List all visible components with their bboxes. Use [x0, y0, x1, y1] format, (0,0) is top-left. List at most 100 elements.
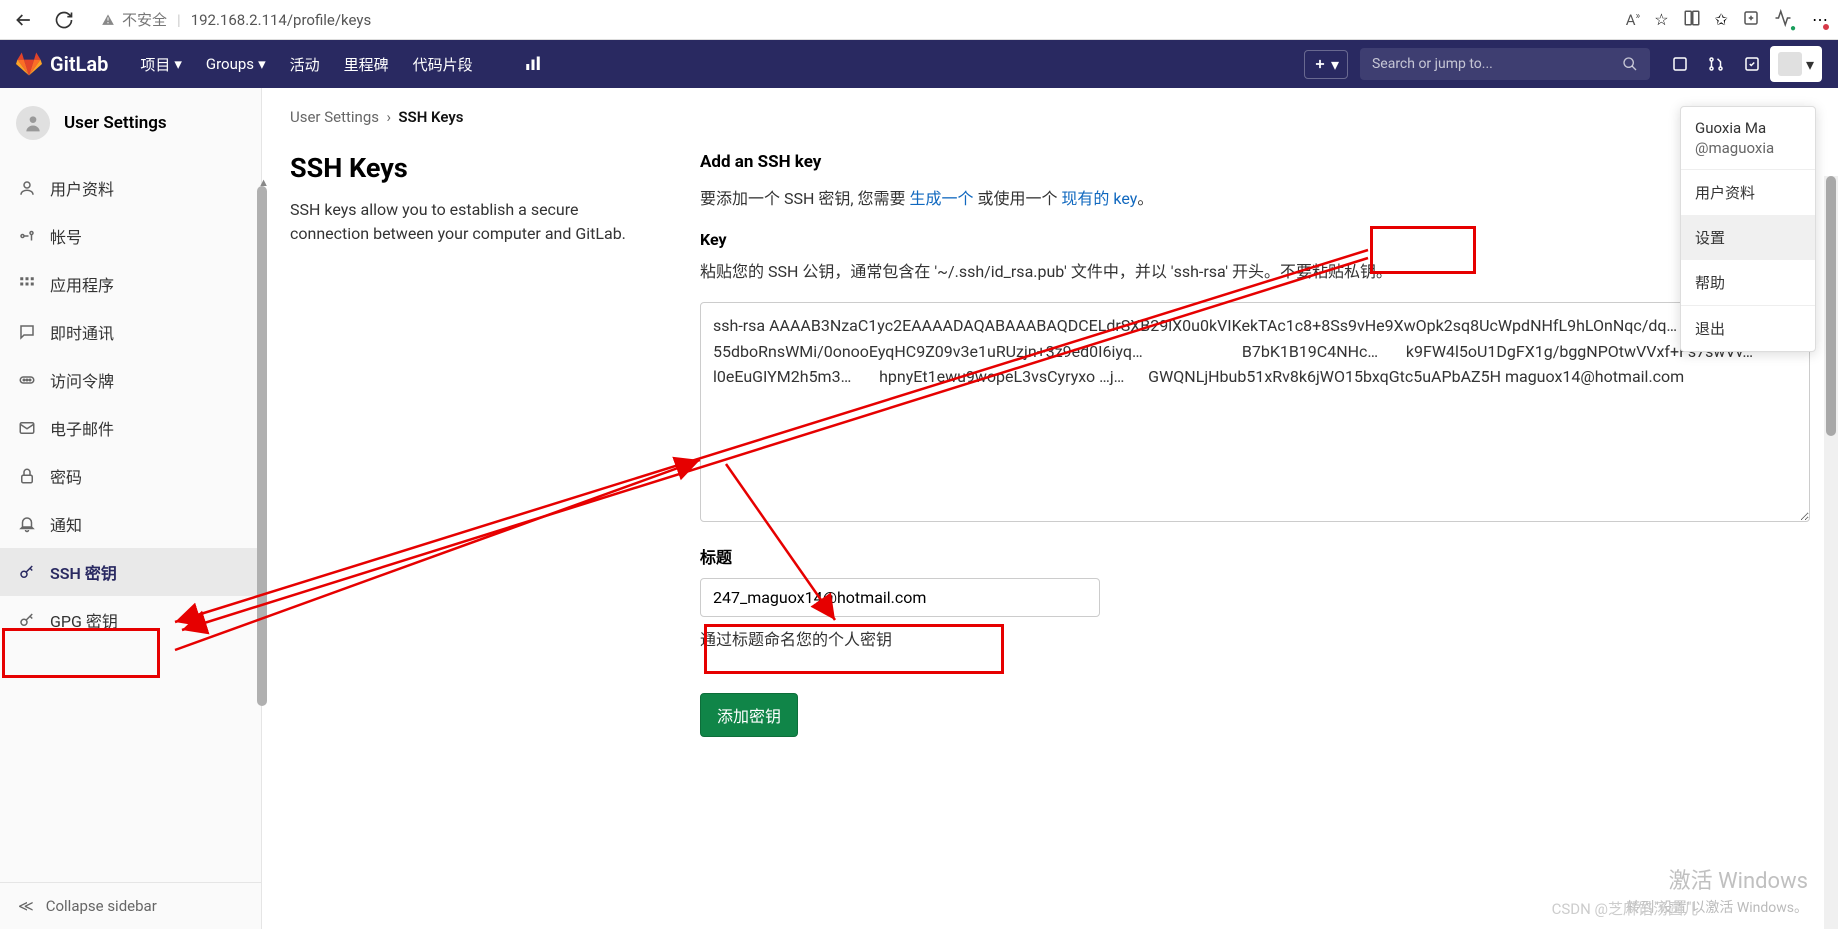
page-title: SSH Keys	[290, 152, 660, 184]
add-key-description: 要添加一个 SSH 密钥, 您需要 生成一个 或使用一个 现有的 key。	[700, 186, 1810, 212]
key-icon	[18, 611, 36, 629]
security-warning-text: 不安全	[122, 9, 167, 30]
sidebar-item-9[interactable]: GPG 密钥	[0, 596, 261, 644]
sidebar-item-4[interactable]: 访问令牌	[0, 356, 261, 404]
key-textarea[interactable]	[700, 302, 1810, 522]
sidebar-item-5[interactable]: 电子邮件	[0, 404, 261, 452]
sidebar-item-label: 用户资料	[50, 176, 114, 200]
nav-groups[interactable]: Groups ▾	[194, 40, 278, 88]
sidebar-header: User Settings	[0, 88, 261, 158]
avatar	[1778, 52, 1802, 76]
favorite-icon[interactable]: ☆	[1654, 10, 1668, 29]
user-menu-button[interactable]: ▾	[1770, 46, 1822, 82]
main-content: User Settings › SSH Keys SSH Keys SSH ke…	[262, 88, 1838, 929]
add-key-button[interactable]: 添加密钥	[700, 693, 798, 737]
address-bar[interactable]: 不安全 | 192.168.2.114/profile/keys	[90, 9, 1614, 30]
dropdown-user-handle: @maguoxia	[1695, 139, 1801, 157]
sidebar-item-label: 应用程序	[50, 272, 114, 296]
search-icon	[1622, 56, 1638, 72]
key-help-text: 粘贴您的 SSH 公钥，通常包含在 '~/.ssh/id_rsa.pub' 文件…	[700, 259, 1810, 285]
new-dropdown-button[interactable]: ▾	[1304, 50, 1348, 79]
user-dropdown-menu: Guoxia Ma @maguoxia 用户资料 设置 帮助 退出	[1680, 106, 1816, 352]
sidebar-item-label: SSH 密钥	[50, 560, 117, 584]
chat-icon	[18, 323, 36, 341]
breadcrumb-current: SSH Keys	[398, 108, 463, 126]
dropdown-settings[interactable]: 设置	[1681, 215, 1815, 260]
dropdown-profile[interactable]: 用户资料	[1681, 170, 1815, 215]
cog-icon	[18, 227, 36, 245]
sidebar-item-3[interactable]: 即时通讯	[0, 308, 261, 356]
page-description: SSH keys allow you to establish a secure…	[290, 198, 660, 246]
performance-icon[interactable]: ●	[1774, 9, 1798, 31]
chevron-down-icon: ▾	[258, 55, 266, 73]
title-label: 标题	[700, 544, 1810, 568]
page-scrollbar[interactable]	[1824, 176, 1838, 929]
key-icon	[18, 563, 36, 581]
title-hint: 通过标题命名您的个人密钥	[700, 627, 1810, 653]
collections-icon[interactable]	[1742, 9, 1760, 31]
gitlab-logo[interactable]: GitLab	[16, 51, 108, 77]
todos-icon[interactable]	[1734, 55, 1770, 73]
collapse-icon: ≪	[18, 897, 34, 915]
sidebar-title: User Settings	[64, 113, 167, 133]
collapse-sidebar[interactable]: ≪ Collapse sidebar	[0, 882, 261, 929]
dropdown-logout[interactable]: 退出	[1681, 306, 1815, 351]
brand-text: GitLab	[50, 52, 108, 76]
favorites-bar-icon[interactable]: ✩	[1715, 10, 1728, 29]
token-icon	[18, 371, 36, 389]
sidebar-item-label: 即时通讯	[50, 320, 114, 344]
split-screen-icon[interactable]	[1683, 9, 1701, 31]
sidebar-item-6[interactable]: 密码	[0, 452, 261, 500]
sidebar-item-label: 访问令牌	[50, 368, 114, 392]
security-warning: 不安全	[100, 9, 167, 30]
user-icon	[18, 179, 36, 197]
collapse-label: Collapse sidebar	[46, 897, 157, 915]
csdn-watermark: CSDN @芝麻馅汤圆儿	[1552, 898, 1698, 919]
title-input[interactable]	[700, 578, 1100, 617]
nav-snippets[interactable]: 代码片段	[401, 40, 485, 88]
nav-activity[interactable]: 活动	[278, 40, 332, 88]
merge-requests-icon[interactable]	[1698, 55, 1734, 73]
dropdown-help[interactable]: 帮助	[1681, 260, 1815, 305]
back-button[interactable]	[10, 6, 38, 34]
search-input[interactable]: Search or jump to...	[1360, 48, 1650, 80]
chevron-down-icon: ▾	[1806, 55, 1814, 74]
refresh-button[interactable]	[50, 6, 78, 34]
sidebar-item-1[interactable]: 帐号	[0, 212, 261, 260]
breadcrumb: User Settings › SSH Keys	[290, 108, 1810, 126]
sidebar-item-label: 通知	[50, 512, 82, 536]
sidebar-item-label: 电子邮件	[50, 416, 114, 440]
generate-key-link[interactable]: 生成一个	[909, 189, 973, 208]
chevron-down-icon: ▾	[174, 55, 182, 73]
dropdown-user-info: Guoxia Ma @maguoxia	[1681, 107, 1815, 170]
key-label: Key	[700, 230, 1810, 249]
gitlab-navbar: GitLab 项目 ▾ Groups ▾ 活动 里程碑 代码片段 ▾ Searc…	[0, 40, 1838, 88]
chevron-down-icon: ▾	[1331, 55, 1339, 74]
sidebar-item-label: GPG 密钥	[50, 608, 118, 632]
analytics-icon[interactable]	[515, 55, 551, 73]
add-key-heading: Add an SSH key	[700, 152, 1810, 172]
breadcrumb-parent[interactable]: User Settings	[290, 108, 379, 126]
sidebar-item-2[interactable]: 应用程序	[0, 260, 261, 308]
sidebar-item-7[interactable]: 通知	[0, 500, 261, 548]
lock-icon	[18, 467, 36, 485]
nav-projects[interactable]: 项目 ▾	[128, 40, 194, 88]
sidebar-item-label: 帐号	[50, 224, 82, 248]
search-placeholder: Search or jump to...	[1372, 56, 1493, 72]
issues-icon[interactable]	[1662, 55, 1698, 73]
nav-milestones[interactable]: 里程碑	[332, 40, 401, 88]
grid-icon	[18, 275, 36, 293]
sidebar-item-0[interactable]: 用户资料	[0, 164, 261, 212]
sidebar-item-label: 密码	[50, 464, 82, 488]
mail-icon	[18, 419, 36, 437]
bell-icon	[18, 515, 36, 533]
windows-watermark: 激活 Windows 转到"设置"以激活 Windows。	[1626, 863, 1808, 917]
more-menu-icon[interactable]: ⋯	[1812, 10, 1828, 29]
sidebar-item-8[interactable]: SSH 密钥	[0, 548, 261, 596]
read-aloud-icon[interactable]: A»	[1626, 11, 1640, 29]
browser-toolbar: 不安全 | 192.168.2.114/profile/keys A» ☆ ✩ …	[0, 0, 1838, 40]
url-text: 192.168.2.114/profile/keys	[191, 11, 372, 29]
user-avatar-icon	[16, 106, 50, 140]
dropdown-user-name: Guoxia Ma	[1695, 119, 1801, 137]
existing-key-link[interactable]: 现有的 key	[1061, 189, 1137, 208]
